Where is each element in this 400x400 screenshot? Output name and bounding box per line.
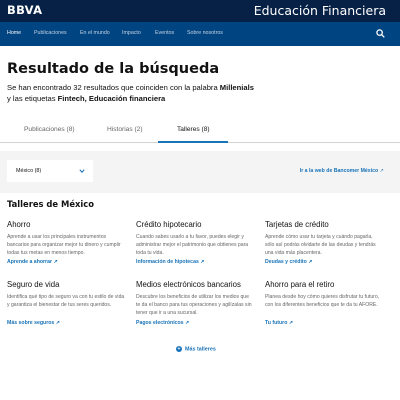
more-workshops-label: Más talleres: [185, 346, 216, 353]
plus-icon: +: [176, 346, 182, 352]
nav-item-home[interactable]: Home: [7, 30, 21, 36]
card-title[interactable]: Ahorro: [7, 220, 125, 229]
more-workshops-link[interactable]: + Más talleres: [176, 346, 216, 352]
results-tags: Fintech, Educación financiera: [57, 93, 166, 103]
site-title[interactable]: Educación Financiera: [254, 3, 386, 18]
chevron-down-icon: [79, 169, 85, 174]
results-description: Se han encontrado 32 resultados que coin…: [7, 83, 307, 104]
section-title: Talleres de México: [7, 199, 95, 209]
external-arrow-icon: ↗: [379, 168, 384, 174]
nav-item-impacto[interactable]: Impacto: [122, 30, 141, 36]
nav-item-publicaciones[interactable]: Publicaciones: [34, 30, 67, 36]
external-arrow-icon: ↗: [200, 259, 205, 265]
tab-publicaciones[interactable]: Publicaciones (8): [24, 126, 75, 133]
card-link[interactable]: Información de hipotecas ↗: [136, 259, 205, 265]
top-bar: BBVA Educación Financiera: [0, 0, 400, 22]
external-arrow-icon: ↗: [185, 320, 190, 326]
card-link-label: Tu futuro: [265, 320, 288, 326]
country-select-value: México (8): [16, 168, 42, 174]
card-title[interactable]: Ahorro para el retiro: [265, 280, 383, 289]
nav-item-sobre-nosotros[interactable]: Sobre nosotros: [187, 30, 223, 36]
results-keyword: Millenials: [219, 83, 254, 92]
external-arrow-icon: ↗: [288, 320, 294, 326]
card-link-label: Aprende a ahorrar: [7, 259, 52, 265]
bbva-logo[interactable]: BBVA: [7, 3, 42, 17]
tab-historias[interactable]: Historias (2): [107, 126, 143, 133]
card-description: Descubre los beneficios de utilizar los …: [136, 294, 252, 316]
nav-item-en-el-mundo[interactable]: En el mundo: [80, 30, 110, 36]
bancomer-link-label: Ir a la web de Bancomer México: [299, 168, 379, 174]
external-arrow-icon: ↗: [308, 259, 313, 265]
page-title: Resultado de la búsqueda: [7, 61, 220, 77]
card-description: Planea desde hoy cómo quieres disfrutar …: [265, 294, 380, 308]
nav-item-eventos[interactable]: Eventos: [155, 30, 174, 36]
card-medios-electronicos: Medios electrónicos bancarios Descubre l…: [136, 280, 254, 326]
card-title[interactable]: Crédito hipotecario: [136, 220, 254, 229]
external-arrow-icon: ↗: [53, 259, 58, 265]
card-description: Aprende cómo usar tu tarjeta y cuándo pa…: [265, 234, 376, 256]
card-ahorro-para-el-retiro: Ahorro para el retiro Planea desde hoy c…: [265, 280, 383, 326]
card-link[interactable]: Tu futuro ↗: [265, 320, 293, 326]
card-title[interactable]: Tarjetas de crédito: [265, 220, 383, 229]
active-tab-indicator: [158, 141, 228, 143]
results-desc-text: Se han encontrado 32 resultados que coin…: [7, 83, 220, 92]
card-link-label: Pagos electrónicos: [136, 320, 184, 326]
card-tarjetas-de-credito: Tarjetas de crédito Aprende cómo usar tu…: [265, 220, 383, 265]
card-link-label: Deudas y crédito: [265, 259, 307, 265]
card-link[interactable]: Más sobre seguros ↗: [7, 320, 60, 326]
results-tags-prefix: y las etiquetas: [7, 93, 58, 103]
card-description: Aprende a usar los principales instrumen…: [7, 234, 121, 256]
card-title[interactable]: Medios electrónicos bancarios: [136, 280, 254, 289]
card-title[interactable]: Seguro de vida: [7, 280, 125, 289]
main-nav: Home Publicaciones En el mundo Impacto E…: [0, 22, 400, 46]
search-icon[interactable]: [376, 29, 385, 38]
card-link[interactable]: Deudas y crédito ↗: [265, 259, 313, 265]
country-select[interactable]: México (8): [7, 160, 93, 182]
card-description: Identifica qué tipo de seguro va con tu …: [7, 294, 125, 308]
card-description: Cuando sabes usarlo a tu favor, puedes e…: [136, 234, 249, 256]
card-link-label: Información de hipotecas: [136, 259, 199, 265]
results-tabs: Publicaciones (8) Historias (2) Talleres…: [0, 119, 400, 143]
tab-talleres[interactable]: Talleres (8): [177, 126, 210, 133]
card-link-label: Más sobre seguros: [7, 320, 55, 326]
card-link[interactable]: Pagos electrónicos ↗: [136, 320, 189, 326]
card-seguro-de-vida: Seguro de vida Identifica qué tipo de se…: [7, 280, 125, 326]
card-credito-hipotecario: Crédito hipotecario Cuando sabes usarlo …: [136, 220, 254, 265]
external-arrow-icon: ↗: [55, 320, 61, 326]
card-ahorro: Ahorro Aprende a usar los principales in…: [7, 220, 125, 265]
card-link[interactable]: Aprende a ahorrar ↗: [7, 259, 58, 265]
bancomer-link[interactable]: Ir a la web de Bancomer México ↗: [300, 168, 384, 174]
